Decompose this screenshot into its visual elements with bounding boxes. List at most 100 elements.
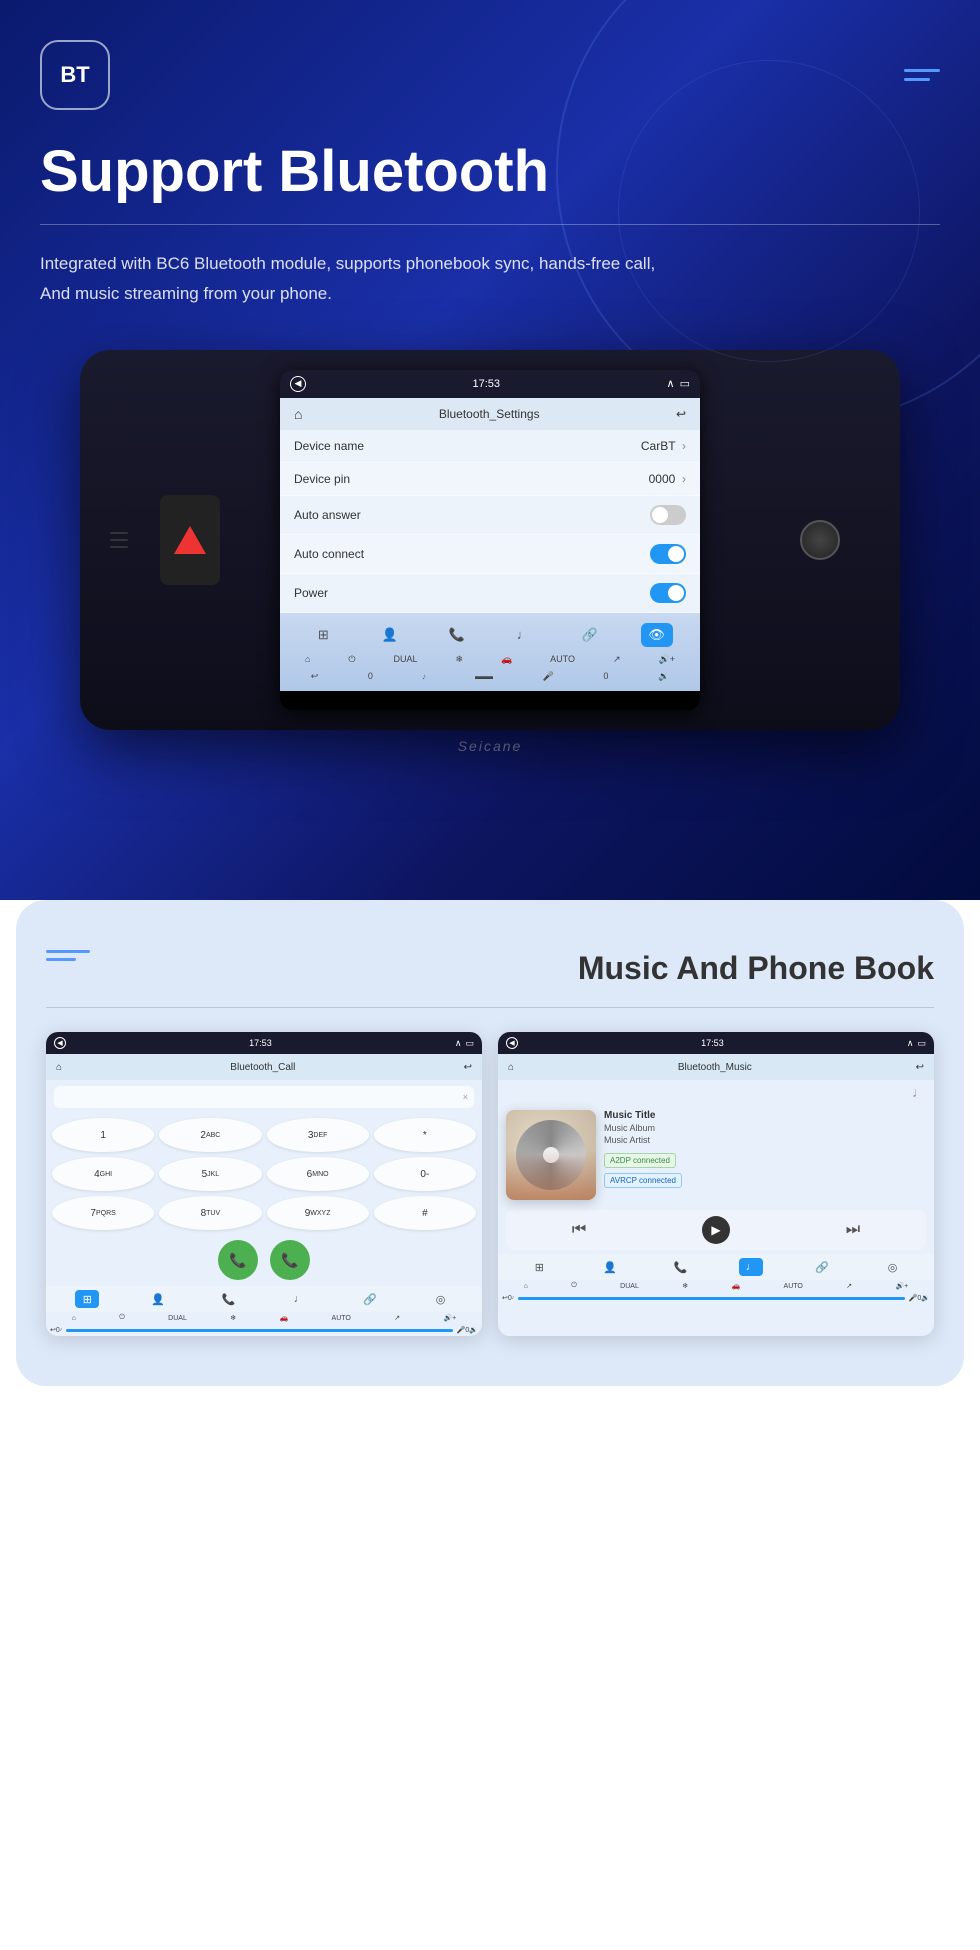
hamburger-menu[interactable]	[904, 69, 940, 81]
call-climate-piano: 𝆕	[60, 1326, 62, 1334]
setting-row-auto-answer[interactable]: Auto answer	[280, 496, 700, 535]
climate-progress: ▬▬	[475, 671, 493, 681]
music-nav-grid[interactable]: ⊞	[527, 1258, 551, 1276]
call-input-bar[interactable]: ×	[54, 1086, 474, 1108]
nav-phone-icon[interactable]: 📞	[441, 623, 473, 647]
call-nav-grid[interactable]: ⊞	[75, 1290, 99, 1308]
climate-mic[interactable]: 🎤	[543, 671, 554, 682]
call-signal-icon: ∧	[455, 1038, 462, 1049]
music-home-icon[interactable]: ⌂	[508, 1062, 514, 1073]
nav-person-icon[interactable]: 👤	[374, 623, 406, 647]
nav-link-icon[interactable]: 🔗	[574, 623, 606, 647]
music-nav-person[interactable]: 👤	[598, 1258, 622, 1276]
music-nav-link[interactable]: 🔗	[810, 1258, 834, 1276]
nav-music-icon[interactable]: ♩	[507, 623, 539, 647]
dial-5[interactable]: 5JKL	[159, 1157, 261, 1191]
music-nav-music[interactable]: ♩	[739, 1258, 763, 1276]
call-sys-power[interactable]: ⏻	[119, 1314, 125, 1322]
call-nav-eye[interactable]: ◎	[429, 1290, 453, 1308]
back-button[interactable]: ◀	[290, 376, 306, 392]
back-arrow-icon[interactable]: ↩	[676, 407, 686, 421]
music-signal-icon: ∧	[907, 1038, 914, 1049]
music-nav-phone[interactable]: 📞	[669, 1258, 693, 1276]
music-back-btn[interactable]: ◀	[506, 1037, 518, 1049]
climate-back[interactable]: ↩	[311, 671, 319, 682]
call-sys-home[interactable]: ⌂	[72, 1315, 76, 1322]
hero-title: Support Bluetooth	[40, 140, 940, 204]
call-red-button[interactable]: 📞	[270, 1240, 310, 1280]
music-badges: A2DP connected AVRCP connected	[604, 1150, 926, 1190]
music-hamburger-menu[interactable]	[46, 950, 90, 961]
call-climate-mic[interactable]: 🎤	[457, 1326, 466, 1334]
music-sys-home[interactable]: ⌂	[524, 1283, 528, 1290]
main-screen: ◀ 17:53 ∧ ▭ ⌂ Bluetooth_Settings ↩	[280, 370, 700, 710]
dial-hash[interactable]: #	[374, 1196, 476, 1230]
power-toggle[interactable]	[650, 583, 686, 603]
music-sys-bar: ⌂ ⏻ DUAL ❄ 🚗 AUTO ↗ 🔊+	[498, 1280, 934, 1292]
next-button[interactable]: ⏭	[846, 1221, 860, 1239]
auto-connect-toggle[interactable]	[650, 544, 686, 564]
call-nav-music[interactable]: ♩	[287, 1290, 311, 1308]
call-clear-icon[interactable]: ×	[463, 1092, 468, 1102]
music-sys-arrow: ↗	[846, 1282, 852, 1290]
battery-icon: ▭	[680, 377, 690, 390]
call-nav-link[interactable]: 🔗	[358, 1290, 382, 1308]
music-sys-snow[interactable]: ❄	[682, 1282, 688, 1290]
climate-vol-down[interactable]: 🔉	[658, 671, 669, 682]
dial-0[interactable]: 0-	[374, 1157, 476, 1191]
call-header-title: Bluetooth_Call	[230, 1062, 295, 1073]
sys-home[interactable]: ⌂	[305, 654, 310, 664]
dial-7[interactable]: 7PQRS	[52, 1196, 154, 1230]
setting-row-device-pin[interactable]: Device pin 0000 ›	[280, 463, 700, 496]
call-sys-vol[interactable]: 🔊+	[443, 1314, 456, 1322]
music-climate-vol[interactable]: 🔉	[921, 1294, 930, 1302]
dial-6[interactable]: 6MNO	[267, 1157, 369, 1191]
prev-button[interactable]: ⏮	[572, 1221, 586, 1239]
dial-1[interactable]: 1	[52, 1118, 154, 1152]
play-button[interactable]: ▶	[702, 1216, 730, 1244]
music-nav-eye[interactable]: ◎	[881, 1258, 905, 1276]
dial-8[interactable]: 8TUV	[159, 1196, 261, 1230]
music-album: Music Album	[604, 1123, 926, 1133]
device-pin-value: 0000 ›	[649, 472, 686, 486]
screen-status-bar: ◀ 17:53 ∧ ▭	[280, 370, 700, 398]
sys-vol-up[interactable]: 🔊+	[659, 654, 675, 665]
auto-answer-toggle[interactable]	[650, 505, 686, 525]
music-section: Music And Phone Book ◀ 17:53 ∧ ▭ ⌂ Bluet…	[16, 900, 964, 1386]
nav-eye-icon[interactable]: 👁	[641, 623, 673, 647]
music-player-screen: ◀ 17:53 ∧ ▭ ⌂ Bluetooth_Music ↩ ♩	[498, 1032, 934, 1336]
call-nav-person[interactable]: 👤	[146, 1290, 170, 1308]
hazard-button	[160, 495, 220, 585]
bt-settings-title: Bluetooth_Settings	[439, 407, 540, 421]
car-body: ◀ 17:53 ∧ ▭ ⌂ Bluetooth_Settings ↩	[80, 350, 900, 730]
dial-3[interactable]: 3DEF	[267, 1118, 369, 1152]
dial-4[interactable]: 4GHI	[52, 1157, 154, 1191]
dial-star[interactable]: *	[374, 1118, 476, 1152]
call-green-button[interactable]: 📞	[218, 1240, 258, 1280]
dial-9[interactable]: 9WXYZ	[267, 1196, 369, 1230]
music-progress-bar	[518, 1297, 905, 1300]
call-time: 17:53	[249, 1038, 272, 1048]
dial-2[interactable]: 2ABC	[159, 1118, 261, 1152]
call-sys-snow[interactable]: ❄	[230, 1314, 236, 1322]
call-home-icon[interactable]: ⌂	[56, 1062, 62, 1073]
album-overlay	[506, 1150, 596, 1200]
setting-row-power[interactable]: Power	[280, 574, 700, 613]
music-sys-vol[interactable]: 🔊+	[895, 1282, 908, 1290]
home-icon[interactable]: ⌂	[294, 406, 302, 422]
nav-grid-icon[interactable]: ⊞	[307, 623, 339, 647]
music-screen-status: ◀ 17:53 ∧ ▭	[498, 1032, 934, 1054]
music-climate-mic[interactable]: 🎤	[909, 1294, 918, 1302]
sys-snow[interactable]: ❄	[455, 654, 463, 665]
call-climate-vol[interactable]: 🔉	[469, 1326, 478, 1334]
music-back-arrow[interactable]: ↩	[916, 1062, 924, 1073]
music-sys-power[interactable]: ⏻	[571, 1282, 577, 1290]
call-sys-car: 🚗	[279, 1314, 288, 1322]
setting-row-device-name[interactable]: Device name CarBT ›	[280, 430, 700, 463]
sys-power[interactable]: ⏻	[348, 654, 355, 665]
music-sys-car: 🚗	[731, 1282, 740, 1290]
call-nav-phone[interactable]: 📞	[217, 1290, 241, 1308]
call-back-btn[interactable]: ◀	[54, 1037, 66, 1049]
call-back-arrow[interactable]: ↩	[464, 1062, 472, 1073]
setting-row-auto-connect[interactable]: Auto connect	[280, 535, 700, 574]
